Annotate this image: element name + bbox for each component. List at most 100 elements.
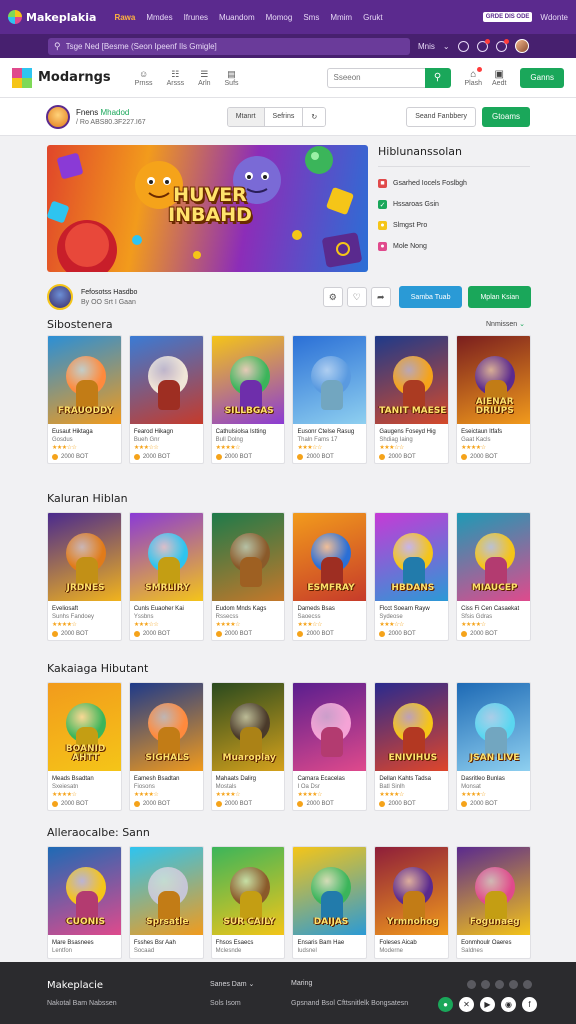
header-nav-item[interactable]: ☷ Arsss [167, 69, 185, 87]
game-thumbnail[interactable]: Fogunaeg [457, 847, 530, 935]
header-icon-bag[interactable]: ▣ Aedt [492, 69, 506, 87]
game-thumbnail[interactable]: Muaroplay [211, 683, 285, 771]
refresh-icon[interactable]: ↻ [303, 107, 326, 126]
game-thumbnail[interactable]: SIGHALS [129, 683, 203, 771]
game-card[interactable]: JSAN LIVE Dasritleo Bunlas Monsat ★★★★☆ 2000… [456, 682, 531, 811]
game-thumbnail[interactable]: JRDNES [48, 513, 121, 601]
game-card[interactable]: FRAUODDY Eusaut Hiktaga Gosdus ★★★☆☆ 2000 BO… [47, 335, 122, 464]
promo-badge[interactable]: GRDE DIS ODE [482, 12, 533, 22]
profile-avatar[interactable] [46, 104, 70, 129]
side-panel-item[interactable]: ● Slmgst Pro [378, 215, 530, 236]
side-panel-item[interactable]: ■ Gsarhed Iocels Foslbgh [378, 173, 530, 194]
game-card[interactable]: BOANID AHTT Meads Bsadtan Sxeiesatn ★★★★☆ 20… [47, 682, 122, 811]
game-thumbnail[interactable] [211, 513, 285, 601]
share-icon[interactable]: ➦ [370, 287, 391, 307]
header-search-input[interactable] [326, 67, 425, 88]
game-thumbnail[interactable]: FRAUODDY [48, 336, 121, 424]
primary-action-button[interactable]: Samba Tuab [398, 286, 463, 308]
sub-bar-label[interactable]: Mnis [418, 42, 435, 51]
header-nav-item[interactable]: ☺ Prnss [135, 69, 153, 87]
sort-dropdown[interactable]: Nnmissen ⌄ [486, 320, 525, 328]
game-card[interactable]: JRDNES Eveliosaft Sunhs Fandoey ★★★★☆ 2000 B… [47, 512, 122, 641]
game-card[interactable]: Yrmnohog Foleses Aicab Moderne [374, 846, 450, 959]
secondary-button[interactable]: Seand Fanbbery [406, 106, 476, 127]
dot-icon[interactable] [523, 980, 532, 989]
game-card[interactable]: ESMFRAY Dameds Bsas Saoecss ★★★☆☆ 2000 BOT [292, 512, 368, 641]
like-icon[interactable]: ♡ [346, 287, 367, 307]
game-card[interactable]: Muaroplay Mahaats Dalirg Mostals ★★★★☆ 2000 … [210, 682, 286, 811]
game-thumbnail[interactable]: SMRLIRY [129, 513, 203, 601]
game-thumbnail[interactable]: DAIJAS [293, 847, 367, 935]
dot-icon[interactable] [481, 980, 490, 989]
x-icon[interactable]: ✕ [459, 997, 474, 1012]
chevron-down-icon[interactable]: ⌄ [443, 42, 450, 51]
header-nav-item[interactable]: ☰ Arln [198, 69, 210, 87]
game-card[interactable]: HBDANS Flcct Soearn Rayw Sydeose ★★★☆☆ 2000 … [374, 512, 450, 641]
settings-icon[interactable] [457, 40, 469, 52]
global-search-input[interactable] [65, 41, 404, 51]
game-card[interactable]: TANIT MAESE Gaugens Foseyd Hig Shdiag Iain… [374, 335, 450, 464]
footer-link[interactable]: Sanes Dam ⌄ [210, 980, 254, 988]
instagram-icon[interactable]: ◉ [501, 997, 516, 1012]
top-right-link[interactable]: Wdonte [540, 13, 568, 22]
dot-icon[interactable] [509, 980, 518, 989]
game-card[interactable]: Eusonr Ctelse Rasug Thaln Fams 17 ★★★☆☆ 200… [292, 335, 368, 464]
game-card[interactable]: CUONIS Mare Bsasnees Lentfon [47, 846, 122, 959]
side-panel-item[interactable]: ● Mole Nong [378, 236, 530, 257]
top-nav-item[interactable]: Mmim [330, 13, 352, 22]
hero-banner[interactable]: HUVER INBAHD [47, 145, 368, 272]
game-card[interactable]: Fogunaeg Eonmhoulr Oaeres Saldnes [456, 846, 531, 959]
view-toggle-option[interactable]: Mtanrt [227, 107, 265, 126]
dot-icon[interactable] [495, 980, 504, 989]
store-logo[interactable]: Modarngs [12, 67, 111, 88]
game-card[interactable]: DAIJAS Ensaris Bam Hae Iudsnel [292, 846, 368, 959]
top-nav-item[interactable]: Mmdes [146, 13, 172, 22]
game-card[interactable]: SMRLIRY Cunls Euaoher Kai Yssbns ★★★☆☆ 2000 … [128, 512, 204, 641]
header-icon-store[interactable]: ⌂ Plash [465, 66, 483, 87]
game-thumbnail[interactable]: Sprsatle [129, 847, 203, 935]
game-thumbnail[interactable]: BOANID AHTT [48, 683, 121, 771]
game-thumbnail[interactable]: MIAUCEP [457, 513, 530, 601]
side-panel-item[interactable]: ✓ Hssaroas Gsin [378, 194, 530, 215]
game-card[interactable]: SUR CAILY Fhsos Esaecs Mclesnde [210, 846, 286, 959]
notification-icon[interactable] [476, 38, 490, 52]
game-thumbnail[interactable]: AIENAR DRIUPS [457, 336, 530, 424]
game-thumbnail[interactable]: Yrmnohog [375, 847, 449, 935]
game-card[interactable]: AIENAR DRIUPS Eseictaun Itfafs Gaat Kacls ★… [456, 335, 531, 464]
game-thumbnail[interactable]: SUR CAILY [211, 847, 285, 935]
game-thumbnail[interactable] [129, 336, 203, 424]
game-card[interactable]: Camara Ecacelas I Oa Dsr ★★★★☆ 2000 BOT [292, 682, 368, 811]
game-thumbnail[interactable] [293, 336, 367, 424]
header-cta-button[interactable]: Ganns [520, 67, 564, 88]
view-toggle-option[interactable]: Sefrins [264, 107, 304, 126]
game-card[interactable]: Sprsatle Fsshes Bsr Aah Socaad [128, 846, 204, 959]
profile-green-button[interactable]: Gtoams [481, 106, 530, 127]
youtube-icon[interactable]: ▶ [480, 997, 495, 1012]
top-nav-item[interactable]: Momog [266, 13, 293, 22]
chat-bubble-icon[interactable]: ● [438, 997, 453, 1012]
game-card[interactable]: SIGHALS Eamesh Bsadtan Fiosons ★★★★☆ 2000 BO… [128, 682, 204, 811]
footer-link[interactable]: Maring [291, 980, 312, 987]
game-card[interactable]: SILLBGAS Cathulsiolsa Istting Bull Dolng ★★… [210, 335, 286, 464]
top-nav-item[interactable]: Sms [303, 13, 319, 22]
game-card[interactable]: Eudom Mnds Kags Rssecss ★★★★☆ 2000 BOT [210, 512, 286, 641]
top-nav-item[interactable]: Muandom [219, 13, 255, 22]
game-thumbnail[interactable]: SILLBGAS [211, 336, 285, 424]
header-nav-item[interactable]: ▤ Sufs [225, 69, 239, 87]
game-thumbnail[interactable]: HBDANS [375, 513, 449, 601]
top-nav-item[interactable]: Grukt [363, 13, 383, 22]
game-thumbnail[interactable]: JSAN LIVE [457, 683, 530, 771]
game-thumbnail[interactable]: CUONIS [48, 847, 121, 935]
game-thumbnail[interactable]: ENIVIHUS [375, 683, 449, 771]
game-card[interactable]: Fearod Hikagn Bueh Gnr ★★★☆☆ 2000 BOT [128, 335, 204, 464]
search-submit-button[interactable]: ⚲ [424, 67, 451, 88]
footer-link[interactable]: Sols Isom [210, 1000, 241, 1007]
game-thumbnail[interactable]: ESMFRAY [293, 513, 367, 601]
creator-avatar[interactable] [47, 284, 73, 310]
game-thumbnail[interactable]: TANIT MAESE [375, 336, 449, 424]
dot-icon[interactable] [467, 980, 476, 989]
footer-brand[interactable]: Makeplacie [47, 980, 103, 991]
top-nav-item[interactable]: Rawa [114, 13, 135, 22]
footer-link[interactable]: Gpsnand Bsol Cfttsnitlelk Bongsatesn [291, 1000, 408, 1007]
brand[interactable]: Makeplakia [8, 10, 96, 24]
